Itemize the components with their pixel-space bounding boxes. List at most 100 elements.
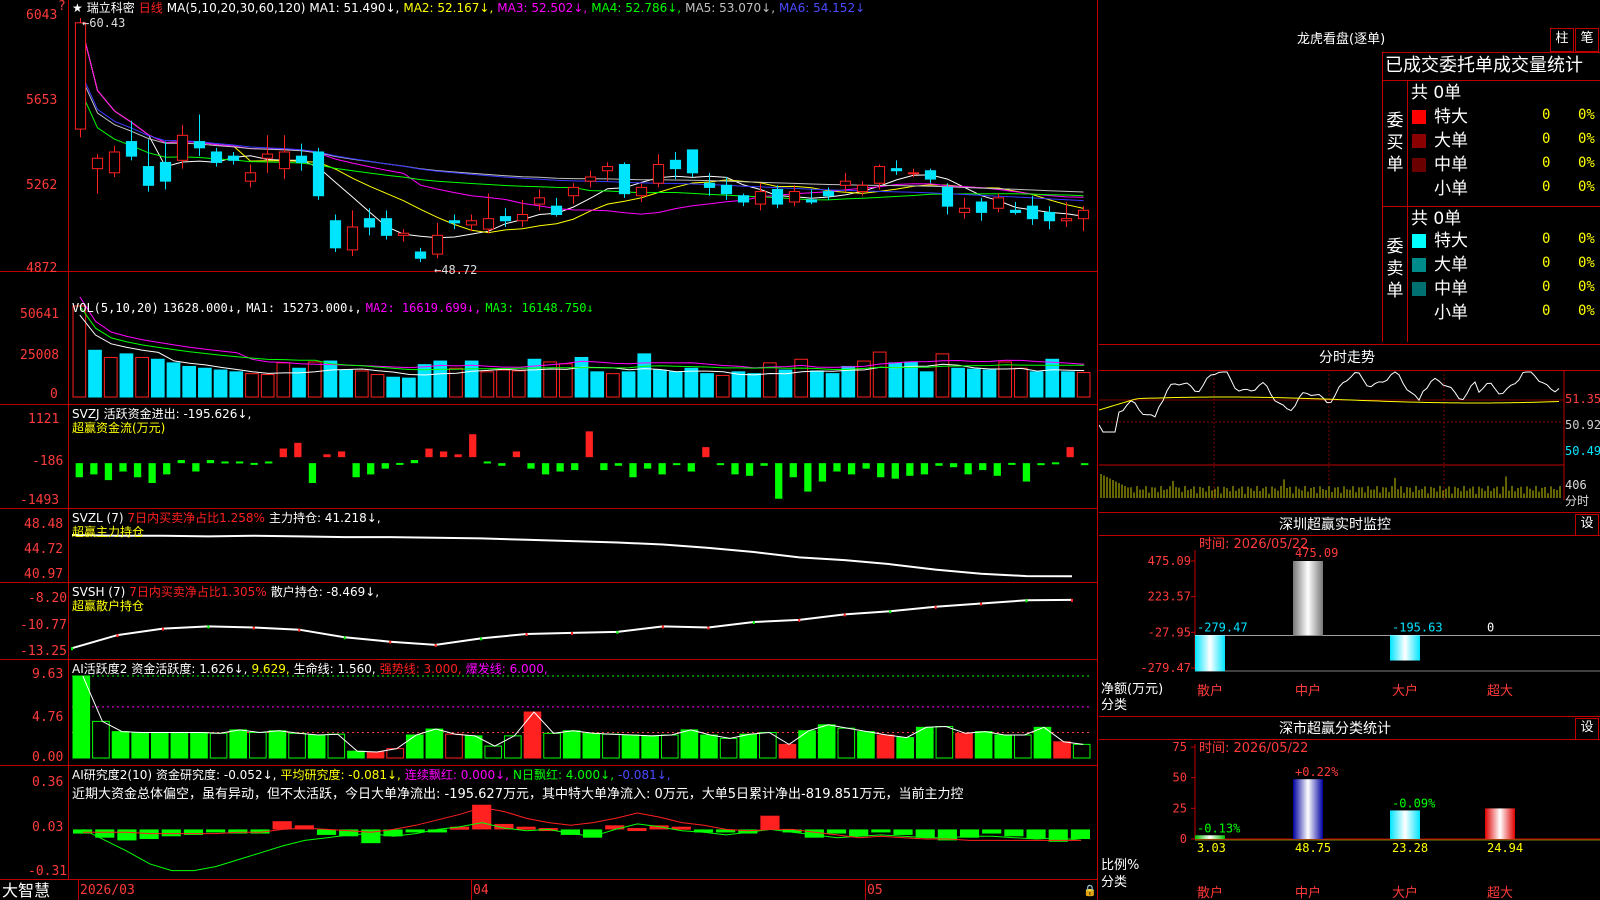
y-tick: 9.63: [32, 667, 64, 682]
research-bar: [161, 829, 181, 837]
ma5-value: MA5: 53.070↓,: [685, 1, 776, 15]
svsh-label: SVSH (7): [72, 585, 126, 599]
activity-bar: [249, 731, 267, 759]
fund-flow-bar: [775, 463, 783, 499]
volume-bar: [653, 369, 667, 398]
bar-change-label: -0.13%: [1197, 821, 1241, 835]
candle-body: [193, 141, 206, 149]
order-percent: 0%: [1578, 107, 1595, 123]
bar-mode-button[interactable]: 柱: [1550, 28, 1574, 52]
bar-value-label: -195.63: [1392, 620, 1443, 634]
fund-flow-bar: [235, 461, 244, 464]
fund-flow-bar: [425, 448, 433, 458]
y-tick: 25008: [20, 348, 60, 363]
volume-bar: [621, 371, 636, 398]
activity-bar: [935, 725, 954, 759]
ai1-v4: 强势线: 3.000,: [379, 662, 462, 676]
ma3-value: MA3: 52.502↓,: [497, 1, 588, 15]
main-chart-area[interactable]: ★ 瑞立科密 日线 MA(5,10,20,30,60,120) MA1: 51.490↓…: [0, 0, 1098, 900]
star-icon[interactable]: ★: [72, 1, 83, 15]
sz-settings-button[interactable]: 设: [1575, 514, 1599, 536]
order-percent: 0%: [1578, 303, 1595, 319]
help-icon[interactable]: ?: [58, 0, 66, 14]
fund-flow-bar: [265, 461, 273, 464]
fund-flow-bar: [716, 463, 725, 466]
y-tick: 4.76: [32, 710, 64, 725]
fund-flow-bar: [90, 463, 98, 475]
ss-settings-button[interactable]: 设: [1575, 718, 1599, 740]
category-label: 超大: [1487, 684, 1513, 699]
volume-bar: [323, 360, 338, 398]
candle-body: [754, 191, 767, 205]
activity-bar: [484, 745, 503, 759]
order-count: 0: [1542, 131, 1551, 147]
candle-body: [465, 220, 478, 226]
candle-body: [822, 191, 835, 197]
volume-bar: [794, 358, 809, 398]
order-count: 0: [1542, 231, 1551, 247]
fund-flow-bar: [206, 460, 215, 464]
activity-bar: [288, 732, 306, 759]
sz-monitor-title: 深圳超赢实时监控: [1279, 517, 1391, 533]
activity-bar: [974, 731, 993, 759]
y-tick: -8.20: [28, 591, 68, 606]
sz-monitor-chart: 475.09 223.57 -27.95 -279.47 -279.47 散户 475.09…: [1140, 546, 1600, 699]
svzl-desc: 7日内买卖净占比1.258%: [127, 511, 265, 525]
volume-bar: [119, 353, 134, 398]
activity-bar: [72, 675, 91, 759]
activity-bar: [229, 729, 248, 759]
volume-bar: [496, 369, 510, 398]
ma-label: MA(5,10,20,30,60,120): [166, 1, 306, 15]
fund-flow-bar: [352, 463, 360, 478]
y-tick: 50: [1173, 771, 1187, 785]
ai2-note: 近期大资金总体偏空，虽有异动，但不太活跃，今日大单净流出: -195.627万元…: [72, 787, 964, 802]
period-label[interactable]: 日线: [139, 1, 163, 15]
category-label: 大户: [1392, 683, 1418, 699]
candle-body: [159, 161, 172, 182]
volume-bar: [166, 362, 181, 398]
candle-body: [907, 172, 920, 175]
y-tick: 6043: [26, 8, 58, 23]
research-bar: [871, 829, 891, 833]
order-percent: 0%: [1578, 179, 1595, 195]
intraday-title: 分时走势: [1319, 350, 1375, 366]
brand-logo[interactable]: 大智慧: [2, 882, 50, 900]
fund-flow-bar: [381, 463, 389, 469]
lock-icon[interactable]: 🔒: [1083, 884, 1097, 898]
category-label: 中户: [1295, 683, 1321, 699]
candle-body: [1043, 211, 1056, 222]
vol-value: 13628.000↓,: [162, 301, 243, 315]
panel-divider: [0, 879, 1098, 880]
order-size-label: 中单: [1434, 155, 1468, 175]
holding-dot: [1071, 598, 1073, 602]
svzj-label: SVZJ: [72, 407, 100, 421]
activity-bar: [464, 735, 483, 759]
svsh-value: 散户持仓: -8.469↓,: [270, 585, 380, 599]
y-tick: 48.48: [24, 517, 64, 532]
order-table-title: 已成交委托单成交量统计: [1385, 55, 1583, 76]
holding-dot: [116, 634, 119, 638]
order-color-swatch: [1412, 134, 1426, 148]
ai1-v5: 爆发线: 6.000,: [465, 662, 548, 676]
y-tick: 0: [1180, 832, 1187, 846]
tick-mode-button[interactable]: 笔: [1575, 28, 1599, 52]
volume-bar: [606, 373, 620, 398]
y-tick: 1121: [28, 412, 60, 427]
vol-ma3: MA3: 16148.750↓: [485, 301, 594, 315]
holding-dot: [889, 610, 892, 614]
activity-bar: [955, 732, 973, 759]
fund-flow-bar: [439, 451, 448, 458]
main-right-border: [1097, 0, 1098, 900]
activity-bar: [1072, 743, 1091, 759]
sz-ylabel: 净额(万元): [1101, 682, 1164, 697]
ma-line: [80, 22, 1084, 234]
volume-bar: [103, 356, 118, 398]
volume-bar: [574, 356, 589, 398]
fund-flow-bar: [906, 463, 914, 476]
y-tick: 475.09: [1148, 554, 1191, 568]
ai2-v4: N日飘红: 4.000↓,: [512, 768, 615, 782]
fund-flow-bar: [847, 463, 856, 475]
intraday-chart[interactable]: [1099, 370, 1600, 510]
activity-bar: [876, 734, 895, 759]
holding-dot: [1025, 599, 1028, 603]
